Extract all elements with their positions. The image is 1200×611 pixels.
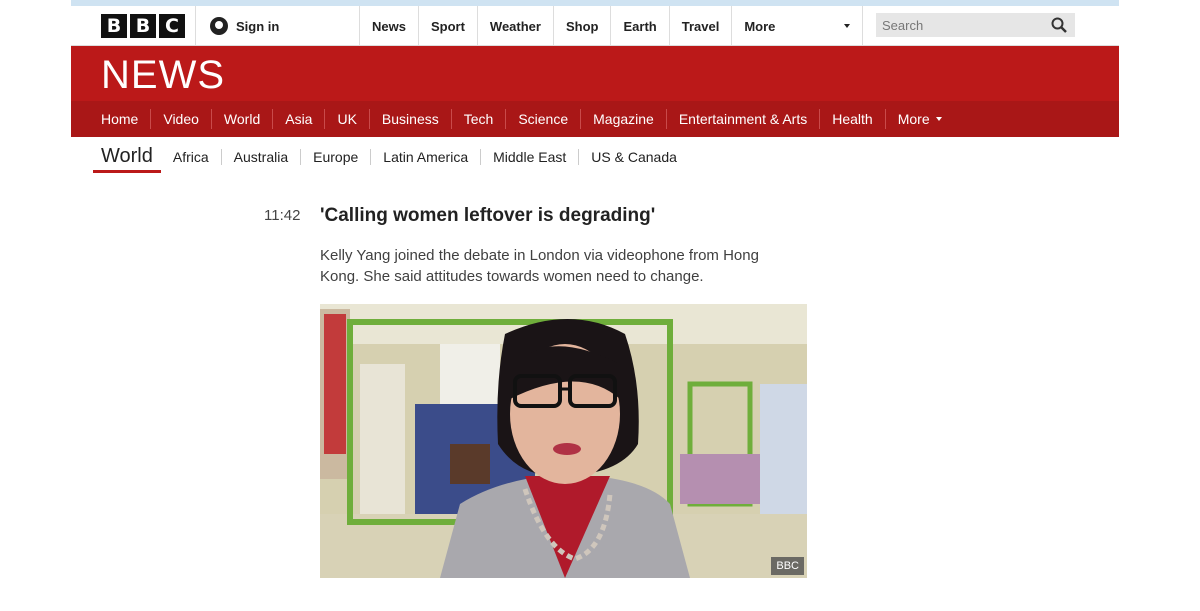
news-nav-science[interactable]: Science — [505, 109, 580, 129]
global-bar: B B C Sign in News Sport Weather Shop Ea… — [71, 6, 1119, 46]
caret-down-icon — [935, 117, 942, 121]
story-timestamp: 11:42 — [264, 207, 301, 224]
global-nav-more[interactable]: More — [731, 6, 864, 46]
sub-nav-middle-east[interactable]: Middle East — [480, 149, 578, 165]
caret-down-icon — [844, 24, 851, 28]
bbc-logo-letter: B — [130, 14, 156, 38]
global-nav-shop[interactable]: Shop — [552, 6, 611, 46]
news-nav-video[interactable]: Video — [150, 109, 211, 129]
news-banner: NEWS — [71, 46, 1119, 101]
story-headline[interactable]: 'Calling women leftover is degrading' — [320, 205, 655, 227]
search-box — [876, 13, 1075, 37]
news-nav-world[interactable]: World — [210, 109, 273, 141]
bbc-logo-letter: B — [101, 14, 127, 38]
news-nav-asia[interactable]: Asia — [272, 109, 324, 129]
video-source-badge: BBC — [771, 557, 804, 575]
news-nav-health[interactable]: Health — [819, 109, 884, 129]
news-nav-uk[interactable]: UK — [324, 109, 368, 129]
global-nav-earth[interactable]: Earth — [610, 6, 668, 46]
bbc-logo-letter: C — [159, 14, 185, 38]
news-logo[interactable]: NEWS — [101, 53, 225, 98]
news-nav-more-label: More — [897, 111, 930, 127]
user-icon — [210, 17, 228, 35]
news-nav-business[interactable]: Business — [368, 109, 451, 129]
world-sub-nav: World Africa Australia Europe Latin Amer… — [93, 143, 689, 173]
news-nav-home[interactable]: Home — [89, 109, 150, 129]
global-nav-sport[interactable]: Sport — [417, 6, 477, 46]
search-input[interactable] — [882, 17, 1042, 33]
sub-nav-australia[interactable]: Australia — [220, 149, 300, 165]
global-nav-news[interactable]: News — [359, 6, 418, 46]
story-summary: Kelly Yang joined the debate in London v… — [320, 247, 759, 285]
global-nav-travel[interactable]: Travel — [668, 6, 732, 46]
sub-nav-europe[interactable]: Europe — [300, 149, 370, 165]
news-nav-entertainment-arts[interactable]: Entertainment & Arts — [665, 109, 819, 129]
search-icon[interactable] — [1051, 17, 1067, 33]
sign-in-button[interactable]: Sign in — [195, 6, 279, 46]
sub-nav-latin-america[interactable]: Latin America — [370, 149, 480, 165]
sub-nav-current-world[interactable]: World — [93, 143, 161, 173]
global-nav-more-label: More — [744, 18, 776, 34]
sub-nav-us-canada[interactable]: US & Canada — [578, 149, 689, 165]
sub-nav-africa[interactable]: Africa — [161, 149, 221, 165]
global-nav-weather[interactable]: Weather — [476, 6, 553, 46]
news-nav-magazine[interactable]: Magazine — [580, 109, 666, 129]
sign-in-label: Sign in — [236, 18, 280, 34]
news-nav-more[interactable]: More — [884, 109, 954, 129]
video-frame-image — [320, 304, 807, 578]
news-nav-tech[interactable]: Tech — [450, 109, 506, 129]
global-nav: News Sport Weather Shop Earth Travel Mor… — [359, 6, 864, 46]
bbc-logo[interactable]: B B C — [101, 14, 185, 38]
news-nav: Home Video World Asia UK Business Tech S… — [71, 101, 1119, 141]
video-player[interactable]: BBC — [320, 304, 807, 578]
